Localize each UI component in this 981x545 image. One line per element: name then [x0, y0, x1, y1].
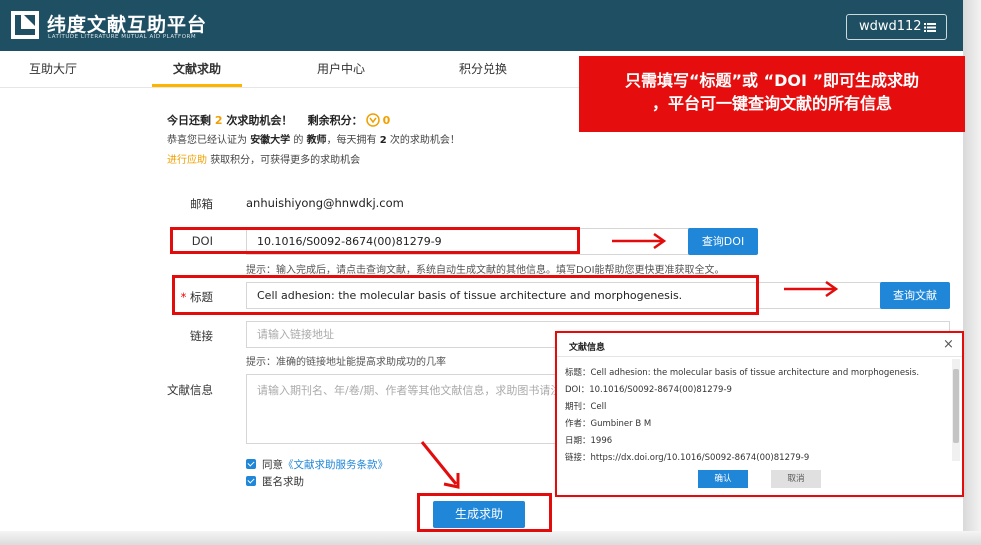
points-label: 剩余积分：: [307, 114, 363, 127]
email-value: anhuishiyong@hnwdkj.com: [246, 196, 404, 210]
anonymous-checkbox[interactable]: [246, 476, 256, 486]
arrow-down-right-icon: [420, 441, 460, 489]
side-shade: [963, 0, 981, 545]
agree-checkbox[interactable]: [246, 459, 256, 469]
logo-subtitle: LATITUDE LITERATURE MUTUAL AID PLATFORM: [48, 34, 197, 40]
doi-hint: 提示：输入完成后，请点击查询文献，系统自动生成文献的其他信息。填写DOI能帮助您…: [246, 265, 725, 276]
tab-points-exchange[interactable]: 积分兑换: [438, 51, 528, 88]
dialog-highlight-box: [555, 331, 964, 497]
title-highlight-box: [172, 275, 759, 315]
callout-line-2: ，平台可一键查询文献的所有信息: [651, 94, 892, 113]
user-menu-button[interactable]: wdwd112: [846, 14, 947, 40]
submit-highlight-box: [417, 493, 552, 532]
remaining-requests-text: 今日还剩 2 次求助机会！ 剩余积分： 0: [167, 113, 391, 127]
link-label: 链接: [190, 329, 213, 343]
logo-icon: [11, 11, 39, 39]
query-literature-button[interactable]: 查询文献: [880, 282, 950, 309]
logo-title: 纬度文献互助平台: [47, 14, 208, 36]
active-tab-indicator: [152, 84, 242, 87]
tab-help-hall[interactable]: 互助大厅: [10, 51, 96, 88]
remaining-count: 2: [214, 114, 223, 127]
earn-points-text: 进行应助 获取积分，可获得更多的求助机会: [167, 155, 361, 166]
certification-text: 恭喜您已经认证为 安徽大学 的 教师，每天拥有 2 次的求助机会！: [167, 135, 460, 146]
coin-icon: [365, 113, 380, 127]
anonymous-label: 匿名求助: [262, 476, 304, 488]
tab-request[interactable]: 文献求助: [152, 51, 242, 88]
arrow-right-icon: [612, 233, 667, 249]
points-value: 0: [382, 114, 391, 127]
literature-info-label: 文献信息: [167, 383, 213, 397]
menu-icon: [924, 23, 936, 32]
arrow-right-icon: [784, 281, 839, 297]
tab-user-center[interactable]: 用户中心: [296, 51, 386, 88]
email-label: 邮箱: [190, 197, 213, 211]
query-doi-button[interactable]: 查询DOI: [688, 228, 758, 255]
terms-link[interactable]: 《文献求助服务条款》: [283, 459, 388, 471]
top-header: 纬度文献互助平台 LATITUDE LITERATURE MUTUAL AID …: [0, 0, 963, 51]
callout-line-1: 只需填写“标题”或 “DOI ”即可生成求助: [624, 71, 920, 90]
go-help-link[interactable]: 进行应助: [167, 155, 207, 166]
page: 纬度文献互助平台 LATITUDE LITERATURE MUTUAL AID …: [0, 0, 981, 545]
link-hint: 提示：准确的链接地址能提高求助成功的几率: [246, 357, 446, 368]
username: wdwd112: [859, 19, 922, 34]
instruction-callout: 只需填写“标题”或 “DOI ”即可生成求助 ，平台可一键查询文献的所有信息: [579, 56, 965, 132]
agree-label: 同意《文献求助服务条款》: [262, 459, 388, 471]
doi-highlight-box: [170, 227, 580, 254]
bottom-shade: [0, 531, 981, 545]
